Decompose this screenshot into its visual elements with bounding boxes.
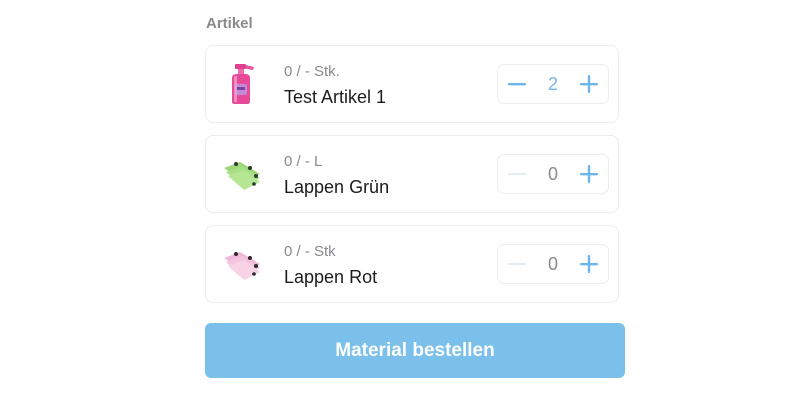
- article-name: Lappen Rot: [284, 267, 378, 287]
- quantity-value[interactable]: 0: [536, 155, 570, 193]
- quantity-value[interactable]: 2: [536, 65, 570, 103]
- article-card: 0 / - L Lappen Grün 0: [205, 135, 619, 213]
- pink-cloth-icon: [220, 242, 264, 286]
- plus-icon: [580, 75, 598, 93]
- increase-quantity-button[interactable]: [570, 245, 608, 283]
- increase-quantity-button[interactable]: [570, 155, 608, 193]
- article-name: Lappen Grün: [284, 177, 390, 197]
- article-unit-info: 0 / - Stk: [284, 243, 336, 260]
- plus-icon: [580, 165, 598, 183]
- article-name: Test Artikel 1: [284, 87, 387, 107]
- minus-icon: [508, 173, 526, 175]
- minus-icon: [508, 83, 526, 86]
- order-material-button[interactable]: Material bestellen: [205, 323, 625, 378]
- article-unit-info: 0 / - Stk.: [284, 63, 340, 80]
- quantity-stepper: 0: [497, 244, 609, 284]
- article-card: 0 / - Stk. Test Artikel 1 2: [205, 45, 619, 123]
- increase-quantity-button[interactable]: [570, 65, 608, 103]
- section-title: Artikel: [206, 15, 253, 32]
- quantity-stepper: 2: [497, 64, 609, 104]
- spray-bottle-icon: [220, 62, 264, 106]
- article-card: 0 / - Stk Lappen Rot 0: [205, 225, 619, 303]
- decrease-quantity-button[interactable]: [498, 65, 536, 103]
- decrease-quantity-button[interactable]: [498, 245, 536, 283]
- green-cloth-icon: [220, 152, 264, 196]
- quantity-stepper: 0: [497, 154, 609, 194]
- plus-icon: [580, 255, 598, 273]
- quantity-value[interactable]: 0: [536, 245, 570, 283]
- article-unit-info: 0 / - L: [284, 153, 323, 170]
- decrease-quantity-button[interactable]: [498, 155, 536, 193]
- minus-icon: [508, 263, 526, 265]
